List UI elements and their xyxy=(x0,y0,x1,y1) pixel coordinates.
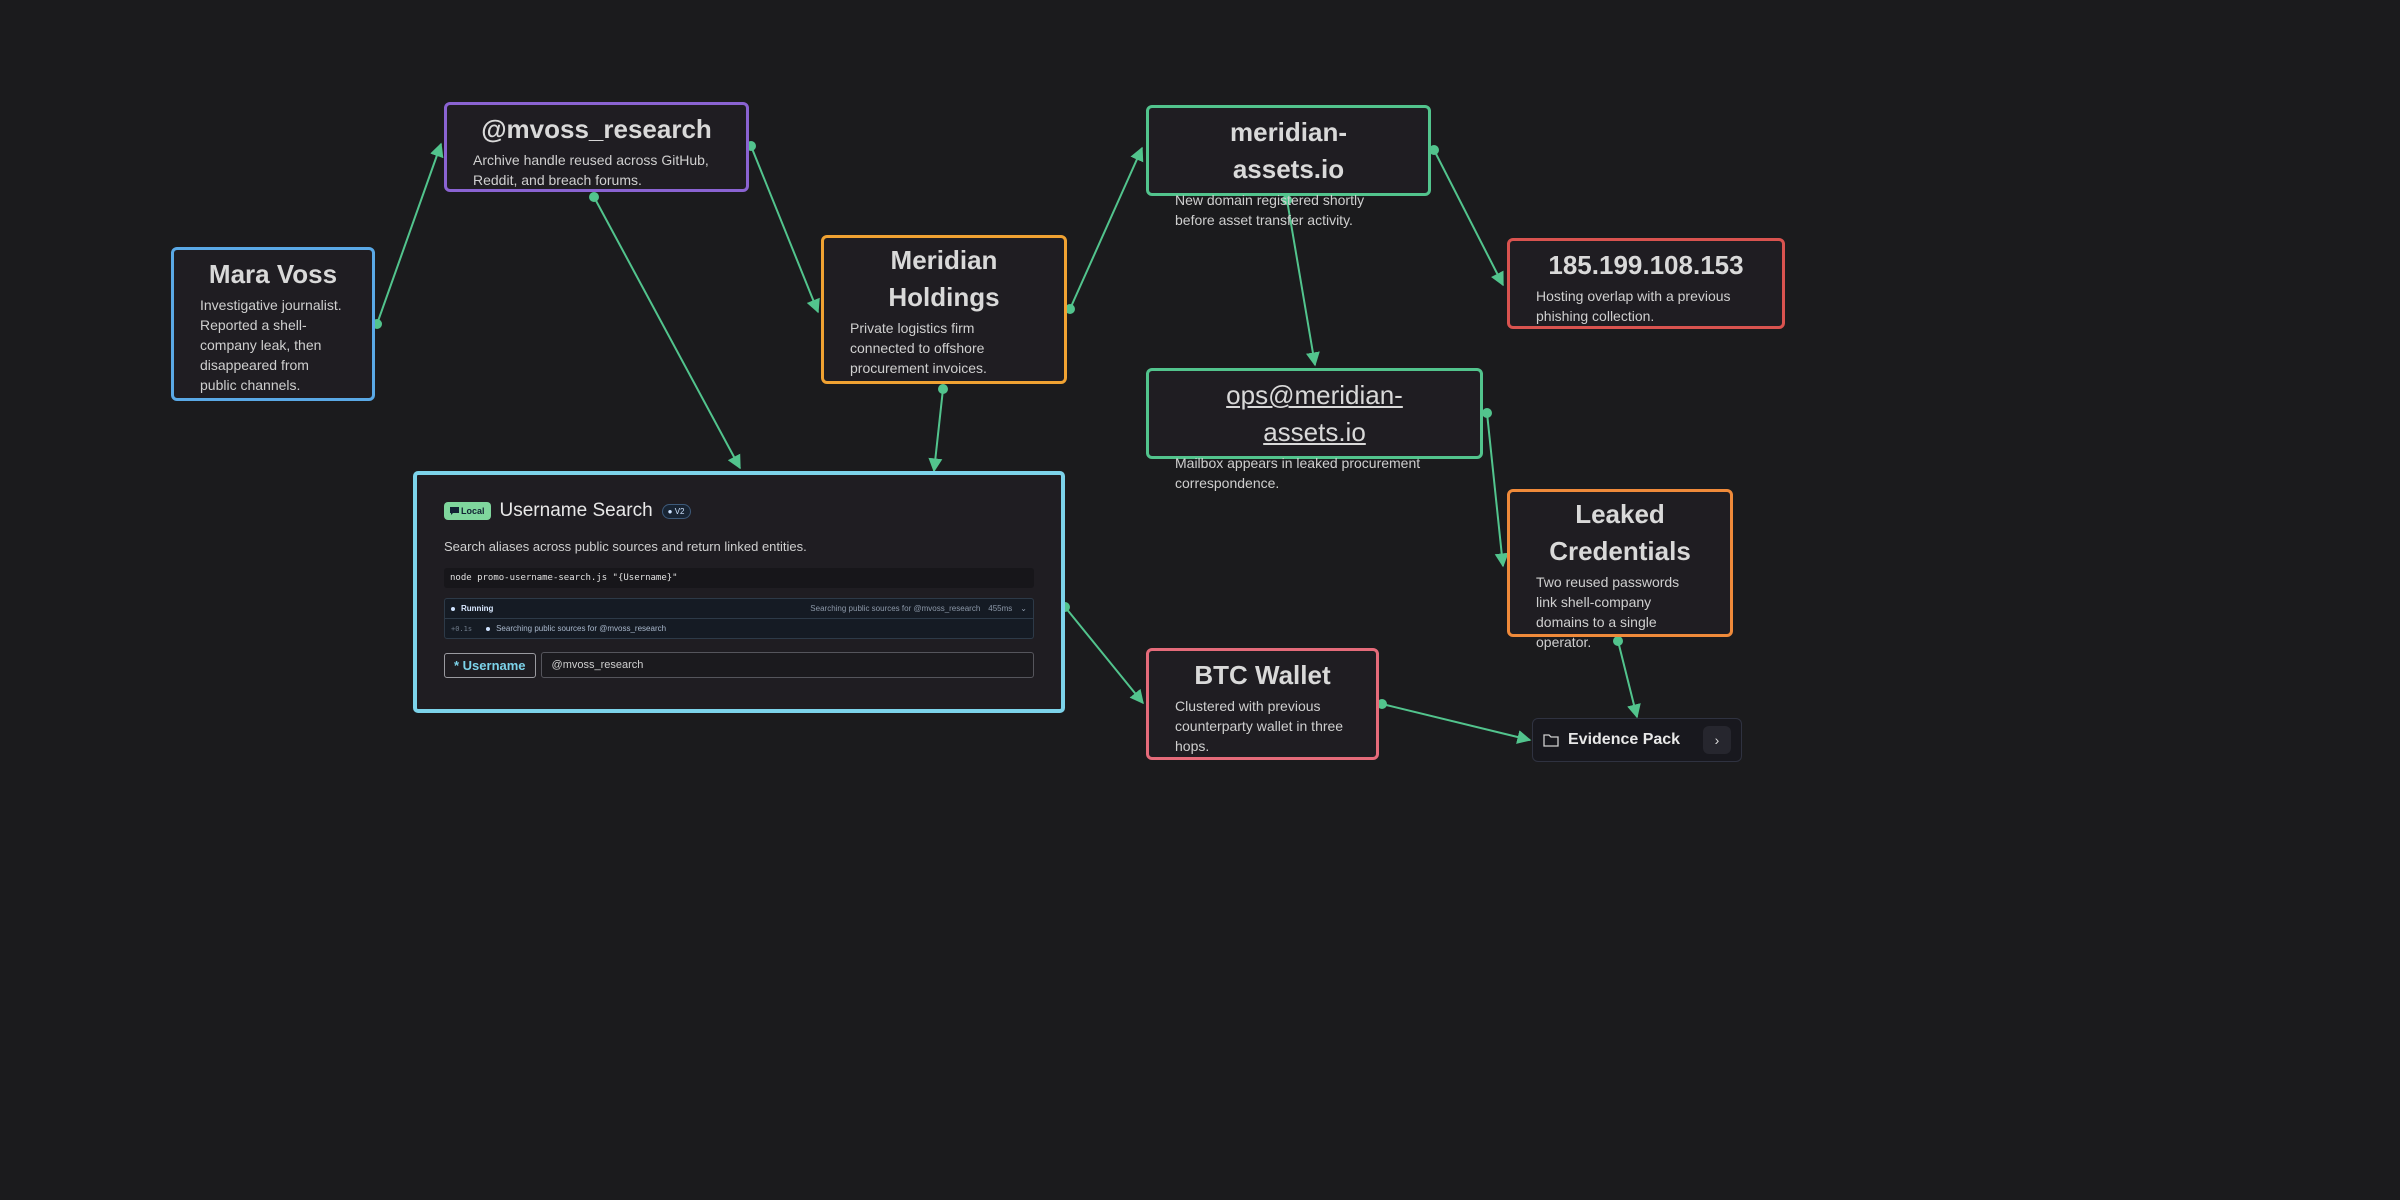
run-panel: Running Searching public sources for @mv… xyxy=(444,598,1034,639)
node-domain[interactable]: meridian-assets.io New domain registered… xyxy=(1146,105,1431,228)
tool-header: Local Username Search ● V2 xyxy=(444,499,1034,523)
log-timestamp: +0.1s xyxy=(451,624,473,633)
node-title: meridian-assets.io xyxy=(1229,117,1348,184)
version-badge: ● V2 xyxy=(661,503,691,519)
node-description: Hosting overlap with a previous phishing… xyxy=(1536,288,1731,324)
edge-creds-evidence xyxy=(1617,640,1641,719)
username-input[interactable] xyxy=(540,652,1034,678)
run-meta: Searching public sources for @mvoss_rese… xyxy=(810,604,981,613)
edge-tool-btc xyxy=(1064,606,1144,705)
node-mara-voss[interactable]: Mara Voss Investigative journalist. Repo… xyxy=(171,247,375,401)
node-title: @mvoss_research xyxy=(481,114,712,144)
node-description: Archive handle reused across GitHub, Red… xyxy=(473,152,709,188)
node-title: ops@meridian-assets.io xyxy=(1226,380,1403,447)
node-description: Two reused passwords link shell-company … xyxy=(1536,574,1680,650)
edge-meridian-tool xyxy=(928,388,944,473)
node-description: New domain registered shortly before ass… xyxy=(1175,192,1365,228)
username-field-label: * Username xyxy=(444,652,536,678)
tool-title: Username Search xyxy=(499,500,653,521)
chevron-right-icon[interactable]: › xyxy=(1703,726,1731,754)
edge-domain-ip xyxy=(1433,149,1504,287)
edge-meridian-tool-handle[interactable] xyxy=(938,384,948,394)
node-ip-address[interactable]: 185.199.108.153 Hosting overlap with a p… xyxy=(1507,238,1785,329)
edge-handle-meridian xyxy=(750,145,820,314)
edge-btc-evidence xyxy=(1381,703,1532,744)
edge-handle-tool xyxy=(593,196,741,470)
run-status-row[interactable]: Running Searching public sources for @mv… xyxy=(445,599,1033,618)
version-label: V2 xyxy=(674,506,685,516)
node-leaked-credentials[interactable]: Leaked Credentials Two reused passwords … xyxy=(1507,489,1733,650)
node-title: BTC Wallet xyxy=(1194,660,1331,690)
node-email[interactable]: ops@meridian-assets.io Mailbox appears i… xyxy=(1146,368,1483,491)
command-preview: node promo-username-search.js "{Username… xyxy=(444,568,1034,588)
node-description: Mailbox appears in leaked procurement co… xyxy=(1175,455,1421,491)
log-message: Searching public sources for @mvoss_rese… xyxy=(496,624,667,633)
chat-icon xyxy=(450,507,459,515)
chevron-down-icon[interactable]: ⌄ xyxy=(1020,604,1027,613)
username-field-row: * Username xyxy=(444,652,1034,678)
edge-email-creds-handle[interactable] xyxy=(1482,408,1492,418)
edge-mara-handle xyxy=(376,142,444,325)
tool-node-username-search[interactable]: Local Username Search ● V2 Search aliase… xyxy=(413,471,1065,713)
local-badge: Local xyxy=(444,502,491,520)
node-description: Private logistics firm connected to offs… xyxy=(850,320,987,376)
node-title: 185.199.108.153 xyxy=(1548,250,1744,280)
edge-handle-tool-handle[interactable] xyxy=(589,192,599,202)
node-meridian-holdings[interactable]: Meridian Holdings Private logistics firm… xyxy=(821,235,1067,384)
run-status: Running xyxy=(461,604,494,613)
tool-description: Search aliases across public sources and… xyxy=(444,539,807,554)
status-dot-icon xyxy=(451,606,455,611)
local-badge-label: Local xyxy=(461,506,485,516)
node-description: Clustered with previous counterparty wal… xyxy=(1175,698,1344,754)
node-title: Mara Voss xyxy=(208,259,338,289)
edge-meridian-domain xyxy=(1069,146,1144,310)
node-btc-wallet[interactable]: BTC Wallet Clustered with previous count… xyxy=(1146,648,1379,760)
node-title: Leaked Credentials xyxy=(1549,499,1691,566)
evidence-pack-label: Evidence Pack xyxy=(1568,731,1681,748)
node-description: Investigative journalist. Reported a she… xyxy=(200,297,342,393)
evidence-pack-node[interactable]: Evidence Pack › xyxy=(1532,718,1742,762)
folder-icon xyxy=(1543,734,1559,747)
edge-email-creds xyxy=(1486,412,1509,568)
log-row: +0.1s Searching public sources for @mvos… xyxy=(445,618,1033,638)
log-dot-icon xyxy=(486,626,491,631)
run-elapsed: 455ms xyxy=(988,604,1013,613)
node-title: Meridian Holdings xyxy=(888,245,1000,312)
node-handle[interactable]: @mvoss_research Archive handle reused ac… xyxy=(444,102,749,192)
